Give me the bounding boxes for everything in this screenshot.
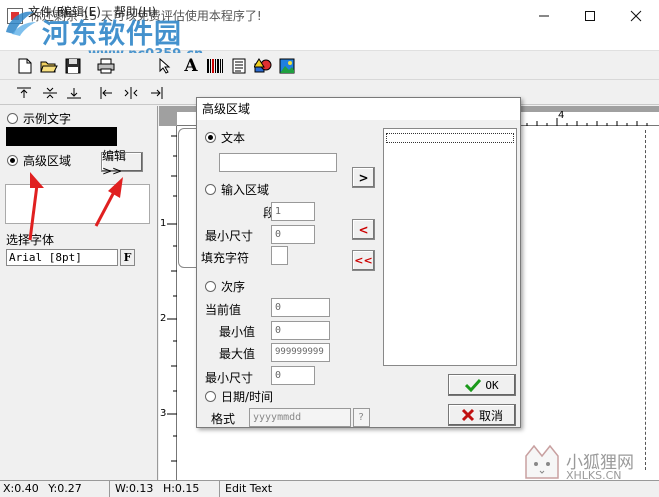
align-bottom-icon[interactable] <box>64 83 84 103</box>
status-size: W:0.13 H:0.15 <box>112 481 220 497</box>
sample-text-label: 示例文字 <box>23 112 72 126</box>
print-icon[interactable] <box>96 56 116 76</box>
add-item-button[interactable]: > <box>352 167 375 188</box>
min-size-field[interactable]: 0 <box>271 225 315 244</box>
sequence-radio[interactable] <box>205 281 216 292</box>
minimize-button[interactable] <box>521 0 567 31</box>
advanced-area-radio[interactable] <box>7 155 18 166</box>
minimize-icon <box>539 15 549 16</box>
remove-item-button[interactable]: < <box>352 219 375 240</box>
align-top-icon[interactable] <box>14 83 34 103</box>
edit-advanced-button[interactable]: 编辑>> <box>101 149 143 178</box>
pointer-icon[interactable] <box>155 56 175 76</box>
sequence-label: 次序 <box>221 280 246 294</box>
check-icon <box>465 378 482 392</box>
fill-char-label: 填充字符 <box>201 251 250 265</box>
status-y: Y:0.27 <box>48 482 82 495</box>
cancel-label: 取消 <box>478 408 503 423</box>
watermark-logo-icon <box>6 11 36 36</box>
min-value-label: 最小值 <box>219 325 256 339</box>
ruler-left-mark-3: 3 <box>160 408 167 419</box>
maximize-icon <box>585 10 595 21</box>
text-option-label: 文本 <box>221 131 246 145</box>
shapes-icon[interactable] <box>253 56 273 76</box>
remove-all-button[interactable]: << <box>352 250 375 271</box>
align-middle-icon[interactable] <box>40 83 60 103</box>
status-w: W:0.13 <box>115 482 154 495</box>
dialog-title: 高级区域 <box>197 98 520 120</box>
input-area-label: 输入区域 <box>221 183 270 197</box>
ruler-left-mark-2: 2 <box>160 313 167 324</box>
align-right-icon[interactable] <box>146 83 166 103</box>
cancel-button[interactable]: 取消 <box>448 404 516 426</box>
status-mode: Edit Text <box>225 482 273 495</box>
text-option-radio[interactable] <box>205 132 216 143</box>
close-icon <box>630 10 642 21</box>
watermark-brand: 河东软件园 <box>42 19 182 50</box>
text-input[interactable] <box>219 153 337 172</box>
seq-min-size-label: 最小尺寸 <box>205 371 254 385</box>
datetime-radio[interactable] <box>205 391 216 402</box>
new-doc-icon[interactable] <box>15 56 35 76</box>
align-left-icon[interactable] <box>97 83 117 103</box>
format-label: 格式 <box>211 412 236 426</box>
format-field[interactable]: yyyymmdd <box>249 408 351 427</box>
align-center-icon[interactable] <box>121 83 141 103</box>
format-help-button[interactable]: ? <box>353 408 370 427</box>
status-bar: X:0.40 Y:0.27 W:0.13 H:0.15 Edit Text <box>0 480 659 497</box>
text-preview-box <box>5 184 150 224</box>
font-field[interactable]: Arial [8pt] <box>6 249 118 266</box>
datetime-label: 日期/时间 <box>221 390 274 404</box>
sample-text-radio[interactable] <box>7 113 18 124</box>
corner-watermark-en: XHLKS.CN <box>566 469 622 482</box>
barcode-icon[interactable] <box>205 56 225 76</box>
ok-label: OK <box>485 378 499 392</box>
ok-button[interactable]: OK <box>448 374 516 396</box>
save-disk-icon[interactable] <box>63 56 83 76</box>
cross-icon <box>461 408 475 422</box>
maximize-button[interactable] <box>567 0 613 31</box>
image-icon[interactable] <box>277 56 297 76</box>
items-list[interactable] <box>383 128 517 366</box>
select-font-label: 选择字体 <box>6 233 55 247</box>
ruler-vertical <box>159 126 177 480</box>
close-button[interactable] <box>613 0 659 31</box>
main-toolbar: A <box>0 53 659 129</box>
max-value-label: 最大值 <box>219 347 256 361</box>
seq-min-size-field[interactable]: 0 <box>271 366 315 385</box>
fill-char-field[interactable] <box>271 246 288 265</box>
status-x: X:0.40 <box>3 482 39 495</box>
advanced-area-dialog: 高级区域 文本 输入区域 段落 # 1 最小尺寸 0 填充字符 次序 当前值 0… <box>196 97 521 428</box>
font-button[interactable]: F <box>120 249 135 266</box>
paragraph-field[interactable]: 1 <box>271 202 315 221</box>
min-size-label: 最小尺寸 <box>205 229 254 243</box>
advanced-area-label: 高级区域 <box>23 154 72 168</box>
document-icon[interactable] <box>229 56 249 76</box>
text-tool-icon[interactable]: A <box>181 56 201 76</box>
status-h: H:0.15 <box>162 482 200 495</box>
ruler-top-mark: 4 <box>558 110 565 121</box>
ruler-left-mark-1: 1 <box>160 218 167 229</box>
list-item[interactable] <box>386 133 514 143</box>
current-value-field[interactable]: 0 <box>271 298 330 317</box>
open-folder-icon[interactable] <box>39 56 59 76</box>
max-value-field[interactable]: 999999999 <box>271 343 330 362</box>
sample-text-color-box[interactable] <box>6 127 117 146</box>
page-margin-guide <box>645 130 646 470</box>
min-value-field[interactable]: 0 <box>271 321 330 340</box>
current-value-label: 当前值 <box>205 303 242 317</box>
status-position: X:0.40 Y:0.27 <box>0 481 110 497</box>
input-area-radio[interactable] <box>205 184 216 195</box>
